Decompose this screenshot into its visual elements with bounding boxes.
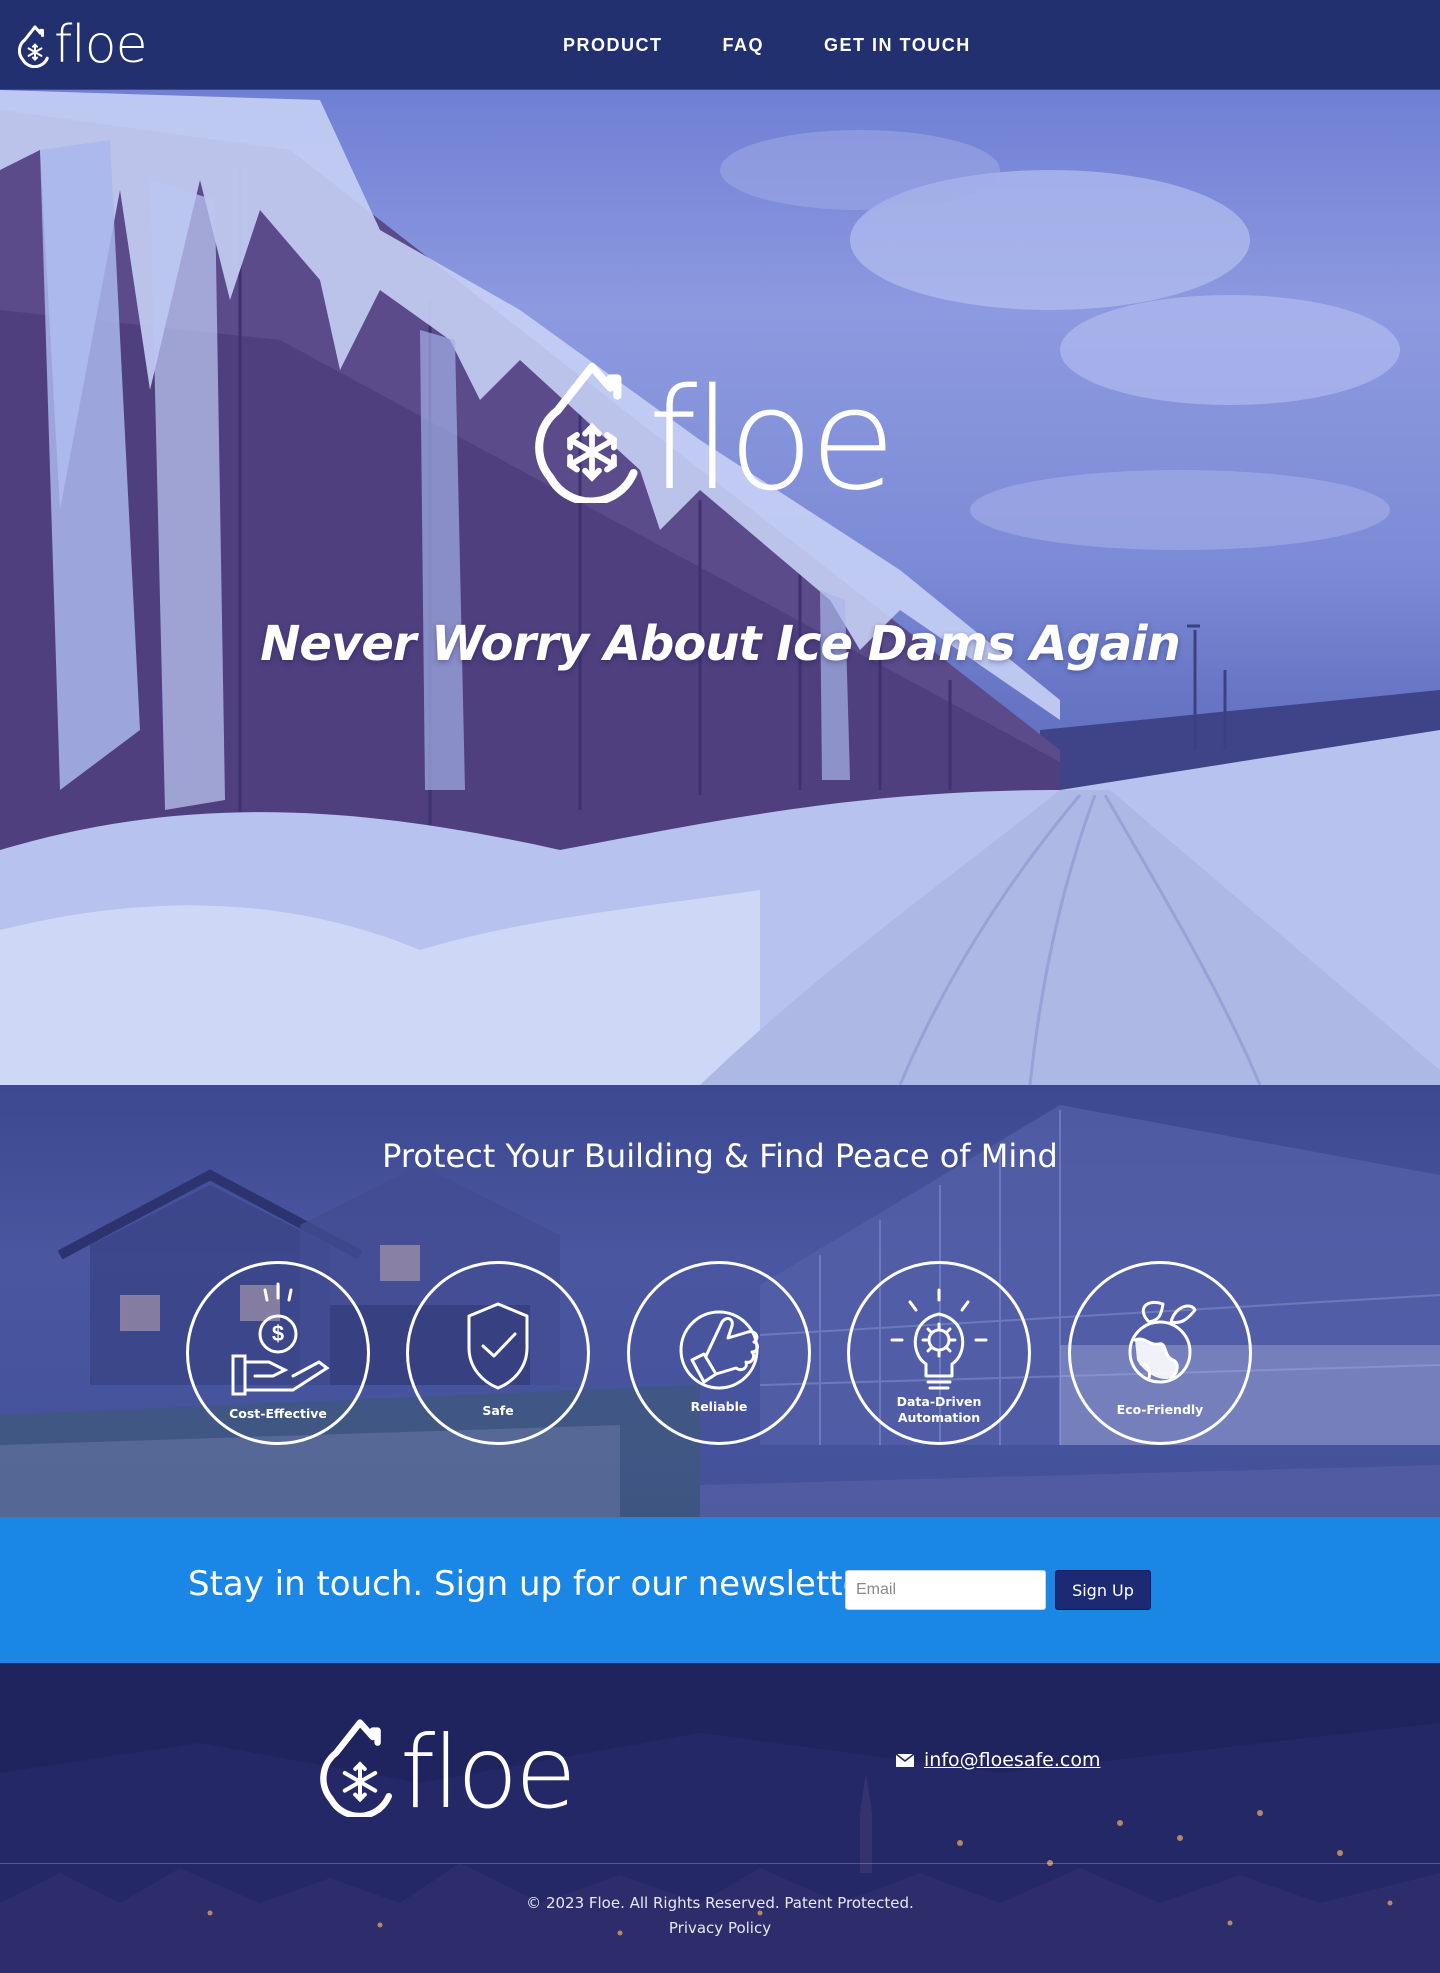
footer: floe info@floesafe.com © 2023 Floe. All … — [0, 1663, 1440, 1973]
feature-label: Cost-Effective — [229, 1406, 327, 1421]
feature-safe: Safe — [406, 1261, 590, 1445]
hero-background-image — [0, 90, 1440, 1085]
feature-label-line: Automation — [897, 1410, 981, 1426]
footer-logo-wordmark: floe — [400, 1714, 577, 1831]
features-title: Protect Your Building & Find Peace of Mi… — [382, 1137, 1058, 1175]
newsletter-signup-button[interactable]: Sign Up — [1055, 1570, 1151, 1610]
feature-label: Reliable — [690, 1399, 748, 1414]
nav-logo-wordmark: floe — [54, 15, 148, 75]
hero-section: floe Never Worry About Ice Dams Again — [0, 90, 1440, 1085]
snowflake-drop-icon — [18, 25, 49, 68]
hero-logo: floe — [532, 353, 912, 511]
footer-logo[interactable]: floe — [318, 1713, 577, 1823]
nav-link-faq[interactable]: FAQ — [723, 35, 765, 56]
nav-link-product[interactable]: PRODUCT — [563, 35, 663, 56]
features-section: Protect Your Building & Find Peace of Mi… — [0, 1085, 1440, 1517]
footer-divider — [0, 1863, 1440, 1864]
thumbs-up-icon — [679, 1310, 760, 1390]
nav-link-get-in-touch[interactable]: GET IN TOUCH — [824, 35, 971, 56]
nav-logo[interactable]: floe — [18, 14, 148, 76]
feature-cost-effective: $ Cost-Effective — [186, 1261, 370, 1445]
footer-contact: info@floesafe.com — [896, 1749, 1100, 1771]
footer-privacy-link[interactable]: Privacy Policy — [0, 1919, 1440, 1937]
nav-links: PRODUCT FAQ GET IN TOUCH — [563, 0, 971, 90]
feature-label: Eco-Friendly — [1116, 1402, 1204, 1417]
top-nav: floe PRODUCT FAQ GET IN TOUCH — [0, 0, 1440, 90]
hero-tagline: Never Worry About Ice Dams Again — [260, 616, 1181, 672]
feature-data-driven-automation: Data-Driven Automation — [847, 1261, 1031, 1445]
feature-label-line: Data-Driven — [896, 1394, 982, 1409]
newsletter-section: Stay in touch. Sign up for our newslette… — [0, 1517, 1440, 1663]
hero-logo-wordmark: floe — [648, 359, 896, 522]
feature-label: Safe — [482, 1403, 514, 1418]
feature-eco-friendly: Eco-Friendly — [1068, 1261, 1252, 1445]
footer-copyright: © 2023 Floe. All Rights Reserved. Patent… — [526, 1894, 914, 1912]
newsletter-email-input[interactable] — [845, 1570, 1046, 1610]
newsletter-heading: Stay in touch. Sign up for our newslette… — [188, 1564, 889, 1604]
feature-reliable: Reliable — [627, 1261, 811, 1445]
snowflake-drop-icon — [535, 362, 638, 503]
feature-label: Data-Driven Automation — [850, 1394, 1028, 1427]
snowflake-drop-icon — [320, 1719, 392, 1817]
svg-text:$: $ — [272, 1321, 284, 1346]
envelope-icon — [896, 1753, 914, 1767]
footer-email-link[interactable]: info@floesafe.com — [924, 1749, 1100, 1771]
